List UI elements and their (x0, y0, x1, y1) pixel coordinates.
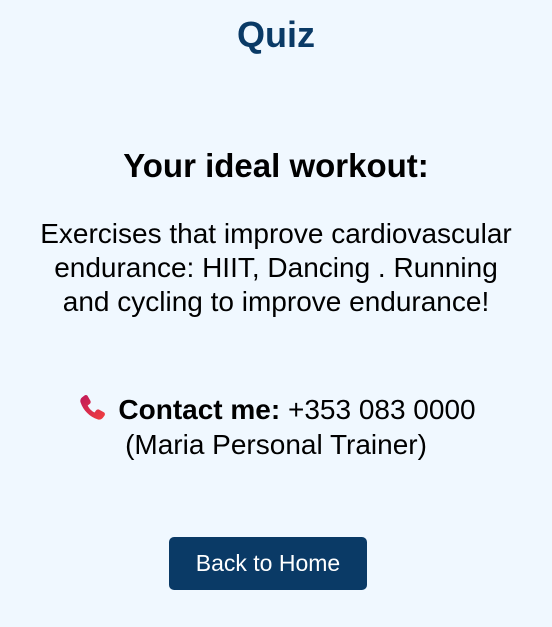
contact-info: Contact me: +353 083 0000 (Maria Persona… (40, 392, 512, 462)
contact-name: (Maria Personal Trainer) (125, 429, 427, 460)
contact-label: Contact me: (118, 394, 281, 425)
phone-icon (76, 392, 108, 424)
result-description: Exercises that improve cardiovascular en… (40, 218, 512, 317)
back-to-home-button[interactable]: Back to Home (169, 537, 367, 590)
page-title: Quiz (237, 14, 315, 55)
contact-phone: +353 083 0000 (280, 394, 476, 425)
result-heading: Your ideal workout: (123, 147, 429, 184)
